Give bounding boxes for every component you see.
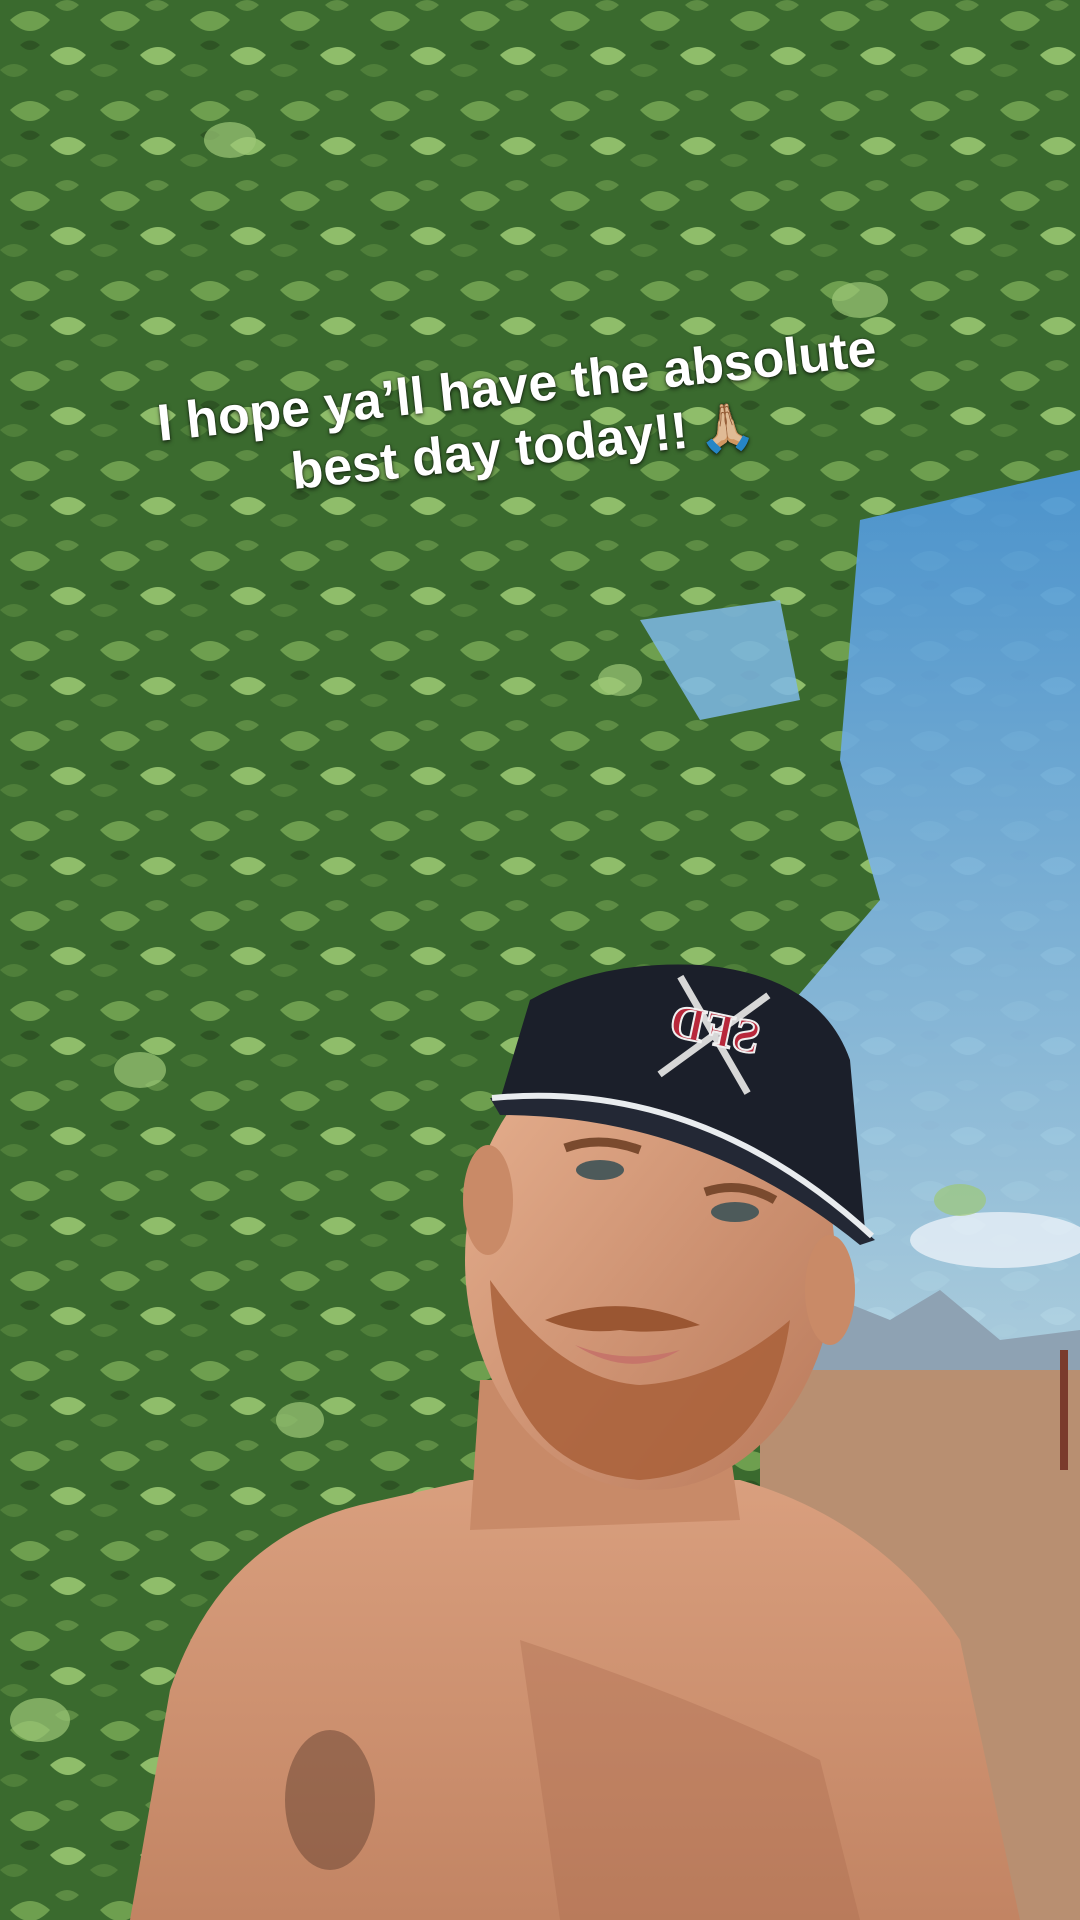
eye-right [711, 1202, 759, 1222]
chest-hair [285, 1730, 375, 1870]
eye-left [576, 1160, 624, 1180]
fence-post [1060, 1350, 1068, 1470]
praying-hands-emoji: 🙏🏼 [695, 398, 758, 457]
ear-left [463, 1145, 513, 1255]
ear-right [805, 1235, 855, 1345]
video-frame: SFD I hope ya’ll have the absolute best … [0, 0, 1080, 1920]
background-photo [0, 0, 1080, 1920]
